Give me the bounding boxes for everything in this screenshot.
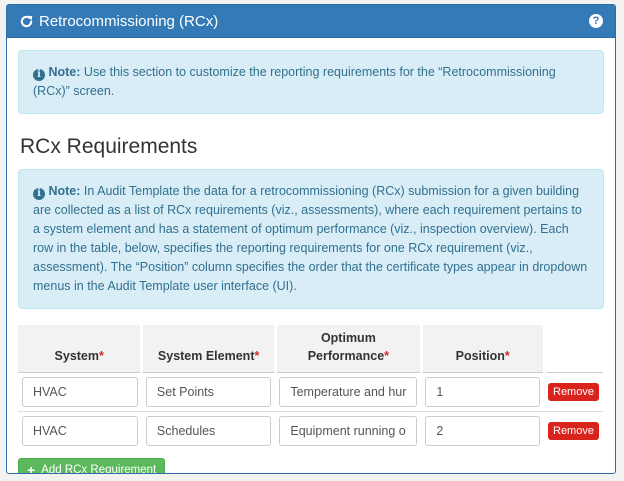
remove-button[interactable]: Remove	[548, 422, 599, 441]
panel-title: Retrocommissioning (RCx)	[39, 12, 219, 30]
note-text: Use this section to customize the report…	[33, 65, 556, 98]
section-title: RCx Requirements	[20, 135, 198, 158]
panel-body: i Note: Use this section to customize th…	[7, 38, 615, 474]
optimum-performance-input[interactable]: Temperature and hur	[279, 377, 418, 407]
table-header-row: System* System Element* Optimum Performan…	[18, 325, 603, 373]
remove-button[interactable]: Remove	[548, 383, 599, 401]
info-icon: i	[33, 188, 45, 200]
requirements-table: System* System Element* Optimum Performan…	[18, 325, 603, 451]
position-input[interactable]: 2	[425, 416, 540, 447]
plus-icon: +	[27, 461, 36, 474]
rcx-panel: Retrocommissioning (RCx) ? i Note: Use t…	[6, 4, 616, 474]
table-row: HVAC Set Points Temperature and hur 1 Re…	[18, 372, 603, 412]
info-icon: i	[33, 69, 45, 81]
note-text: In Audit Template the data for a retroco…	[33, 184, 588, 293]
system-input[interactable]: HVAC	[22, 377, 138, 407]
note-label: Note:	[48, 184, 81, 198]
column-header-system-element: System Element*	[141, 325, 277, 373]
system-element-input[interactable]: Schedules	[145, 416, 272, 447]
column-header-system: System*	[18, 325, 144, 373]
table-row: HVAC Schedules Equipment running o 2 Rem…	[18, 411, 603, 451]
add-rcx-requirement-button[interactable]: + Add RCx Requirement	[18, 457, 166, 474]
position-input[interactable]: 1	[425, 377, 540, 407]
column-header-actions	[544, 325, 603, 373]
note-label: Note:	[48, 65, 81, 79]
info-alert-requirements: i Note: In Audit Template the data for a…	[18, 169, 604, 309]
column-header-optimum-performance: Optimum Performance*	[275, 325, 423, 373]
info-alert-screen: i Note: Use this section to customize th…	[18, 50, 604, 114]
optimum-performance-input[interactable]: Equipment running o	[279, 416, 418, 447]
column-header-position: Position*	[421, 325, 546, 373]
system-input[interactable]: HVAC	[22, 416, 138, 447]
refresh-icon	[19, 14, 34, 29]
help-icon[interactable]: ?	[589, 14, 603, 28]
add-button-label: Add RCx Requirement	[41, 463, 157, 474]
system-element-input[interactable]: Set Points	[145, 377, 272, 407]
panel-header: Retrocommissioning (RCx) ?	[7, 5, 615, 38]
